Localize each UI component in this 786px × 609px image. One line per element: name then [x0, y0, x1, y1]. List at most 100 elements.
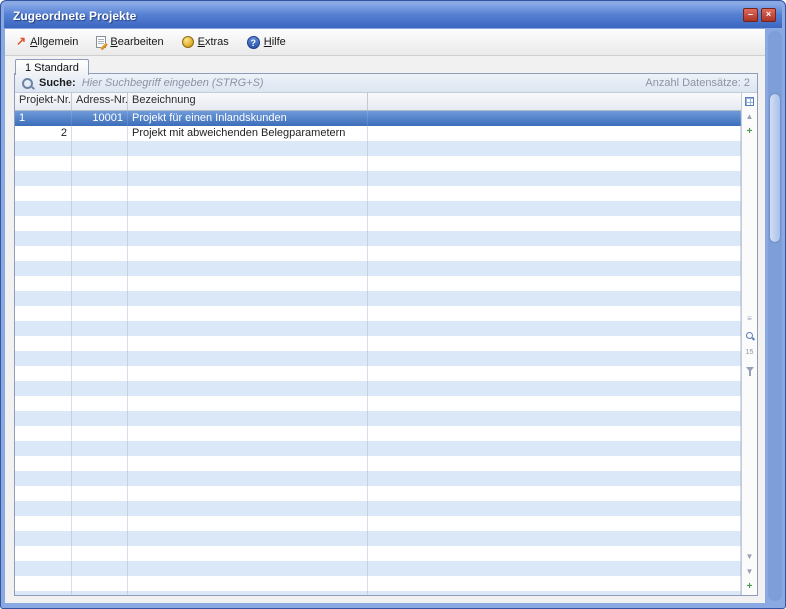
table-row[interactable] — [15, 291, 741, 306]
table-cell[interactable] — [128, 591, 368, 595]
table-cell[interactable] — [128, 546, 368, 561]
search-input[interactable]: Hier Suchbegriff eingeben (STRG+S) — [82, 77, 640, 89]
table-cell[interactable] — [368, 441, 741, 456]
table-row[interactable] — [15, 381, 741, 396]
column-header-empty[interactable] — [368, 93, 741, 110]
table-cell[interactable] — [368, 156, 741, 171]
table-cell[interactable]: 1 — [15, 111, 72, 126]
table-cell[interactable] — [128, 201, 368, 216]
table-cell[interactable] — [128, 231, 368, 246]
table-cell[interactable] — [15, 501, 72, 516]
table-cell[interactable] — [15, 276, 72, 291]
table-cell[interactable] — [72, 276, 128, 291]
table-cell[interactable] — [72, 396, 128, 411]
table-cell[interactable] — [15, 561, 72, 576]
tab-standard[interactable]: 1 Standard — [15, 59, 89, 75]
table-cell[interactable] — [128, 576, 368, 591]
table-row[interactable] — [15, 351, 741, 366]
table-cell[interactable] — [368, 216, 741, 231]
table-cell[interactable] — [15, 546, 72, 561]
table-cell[interactable] — [72, 456, 128, 471]
table-cell[interactable] — [368, 336, 741, 351]
zoom-icon[interactable] — [743, 329, 756, 342]
table-cell[interactable] — [72, 306, 128, 321]
table-cell[interactable] — [128, 141, 368, 156]
table-cell[interactable] — [368, 471, 741, 486]
table-cell[interactable] — [15, 246, 72, 261]
table-cell[interactable]: Projekt für einen Inlandskunden — [128, 111, 368, 126]
table-cell[interactable] — [15, 261, 72, 276]
table-cell[interactable] — [128, 411, 368, 426]
table-cell[interactable] — [128, 336, 368, 351]
table-cell[interactable] — [368, 201, 741, 216]
pin-top-icon[interactable]: + — [743, 125, 756, 138]
table-cell[interactable] — [368, 546, 741, 561]
minimize-button[interactable]: – — [743, 8, 758, 22]
table-cell[interactable] — [128, 306, 368, 321]
table-cell[interactable] — [128, 396, 368, 411]
table-cell[interactable] — [128, 501, 368, 516]
table-cell[interactable] — [72, 501, 128, 516]
toolbar-button-extras[interactable]: Extras — [176, 33, 238, 51]
table-cell[interactable] — [128, 366, 368, 381]
table-cell[interactable] — [15, 156, 72, 171]
table-cell[interactable] — [128, 426, 368, 441]
table-cell[interactable] — [128, 291, 368, 306]
table-row[interactable] — [15, 201, 741, 216]
table-cell[interactable] — [15, 426, 72, 441]
table-cell[interactable] — [128, 561, 368, 576]
table-row[interactable] — [15, 186, 741, 201]
table-cell[interactable] — [72, 216, 128, 231]
table-cell[interactable] — [15, 141, 72, 156]
table-row[interactable] — [15, 246, 741, 261]
table-cell[interactable] — [15, 291, 72, 306]
table-cell[interactable] — [128, 471, 368, 486]
first-record-icon[interactable]: ▲ — [743, 110, 756, 123]
table-cell[interactable] — [72, 261, 128, 276]
table-cell[interactable] — [72, 576, 128, 591]
table-cell[interactable] — [368, 141, 741, 156]
table-cell[interactable] — [72, 381, 128, 396]
table-cell[interactable] — [368, 411, 741, 426]
table-cell[interactable] — [72, 516, 128, 531]
table-row[interactable] — [15, 516, 741, 531]
table-cell[interactable] — [15, 381, 72, 396]
table-cell[interactable] — [15, 591, 72, 595]
table-cell[interactable] — [15, 441, 72, 456]
table-row[interactable] — [15, 336, 741, 351]
table-cell[interactable] — [128, 186, 368, 201]
table-cell[interactable] — [72, 441, 128, 456]
column-header-adress-nr[interactable]: Adress-Nr. — [72, 93, 128, 110]
table-cell[interactable] — [15, 396, 72, 411]
table-row[interactable] — [15, 561, 741, 576]
titlebar[interactable]: Zugeordnete Projekte – × — [4, 4, 782, 28]
table-row[interactable]: 110001Projekt für einen Inlandskunden — [15, 111, 741, 126]
table-row[interactable] — [15, 456, 741, 471]
table-cell[interactable]: 2 — [15, 126, 72, 141]
table-cell[interactable] — [368, 576, 741, 591]
table-row[interactable] — [15, 501, 741, 516]
table-cell[interactable] — [128, 156, 368, 171]
table-cell[interactable] — [72, 486, 128, 501]
table-cell[interactable] — [15, 321, 72, 336]
table-cell[interactable] — [368, 291, 741, 306]
table-row[interactable] — [15, 441, 741, 456]
table-cell[interactable] — [72, 591, 128, 595]
toolbar-button-bearbeiten[interactable]: Bearbeiten — [90, 33, 172, 51]
table-row[interactable] — [15, 591, 741, 595]
table-cell[interactable] — [368, 126, 741, 141]
table-cell[interactable] — [128, 171, 368, 186]
table-cell[interactable] — [368, 426, 741, 441]
table-cell[interactable] — [15, 516, 72, 531]
table-row[interactable] — [15, 546, 741, 561]
table-cell[interactable] — [128, 351, 368, 366]
table-cell[interactable] — [15, 366, 72, 381]
close-button[interactable]: × — [761, 8, 776, 22]
table-row[interactable] — [15, 366, 741, 381]
table-cell[interactable] — [72, 351, 128, 366]
table-row[interactable] — [15, 471, 741, 486]
table-cell[interactable] — [368, 306, 741, 321]
table-cell[interactable] — [72, 561, 128, 576]
table-cell[interactable] — [368, 111, 741, 126]
table-cell[interactable] — [368, 186, 741, 201]
